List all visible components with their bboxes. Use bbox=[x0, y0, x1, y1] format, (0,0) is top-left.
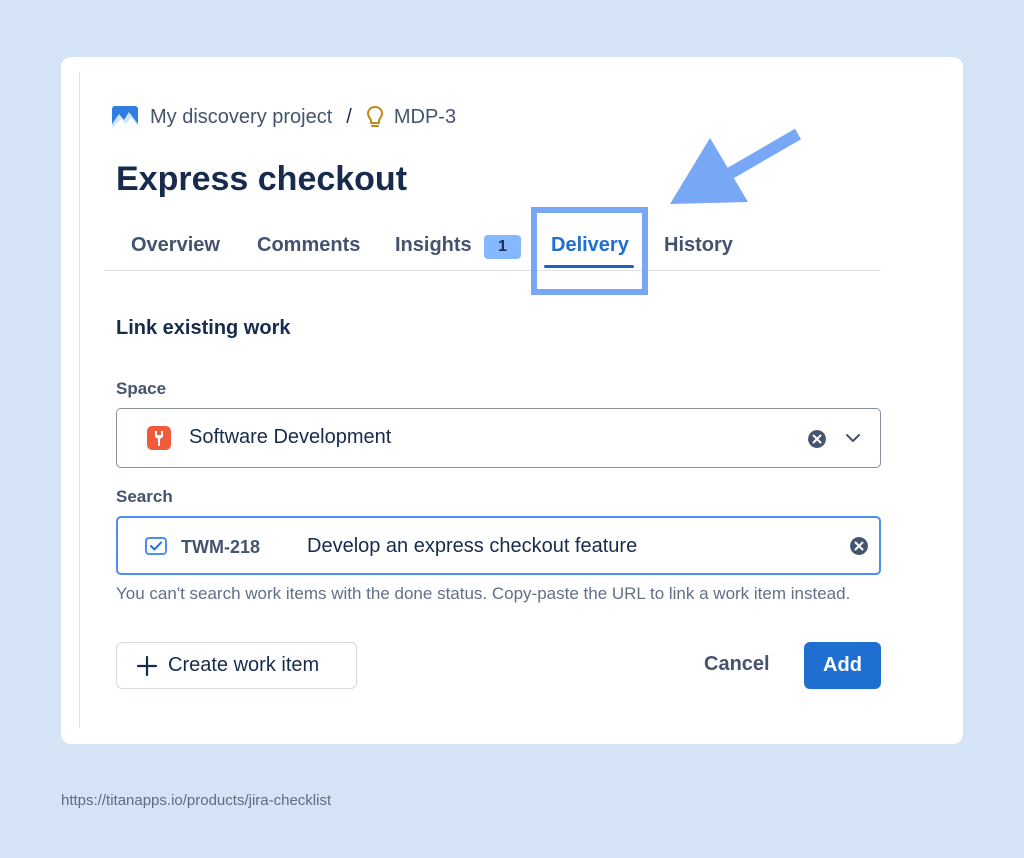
breadcrumb-separator: / bbox=[346, 105, 352, 128]
search-issue-key: TWM-218 bbox=[181, 537, 261, 557]
lightbulb-icon bbox=[366, 106, 383, 127]
helper-text: You can't search work items with the don… bbox=[116, 584, 851, 603]
footer-url: https://titanapps.io/products/jira-check… bbox=[61, 792, 332, 809]
divider bbox=[79, 72, 80, 728]
insights-count-badge: 1 bbox=[484, 235, 521, 259]
plus-icon bbox=[136, 655, 158, 676]
create-button-label: Create work item bbox=[168, 654, 320, 676]
section-title: Link existing work bbox=[116, 317, 291, 339]
search-label: Search bbox=[116, 487, 173, 506]
clear-icon[interactable] bbox=[808, 430, 826, 448]
chevron-down-icon[interactable] bbox=[844, 432, 862, 444]
space-label: Space bbox=[116, 379, 167, 398]
page-title: Express checkout bbox=[116, 160, 408, 198]
highlight-box bbox=[531, 207, 648, 295]
tab-overview[interactable]: Overview bbox=[131, 234, 220, 257]
add-button[interactable]: Add bbox=[804, 642, 881, 689]
breadcrumb: My discovery project / MDP-3 bbox=[112, 103, 456, 131]
breadcrumb-issue-key[interactable]: MDP-3 bbox=[394, 106, 456, 129]
task-checkbox-icon bbox=[145, 537, 167, 555]
space-value: Software Development bbox=[189, 426, 392, 448]
search-input[interactable]: TWM-218 Develop an express checkout feat… bbox=[116, 516, 881, 575]
create-work-item-button[interactable]: Create work item bbox=[116, 642, 357, 689]
arrow-annotation bbox=[670, 128, 802, 204]
cancel-button[interactable]: Cancel bbox=[704, 653, 770, 676]
search-issue-summary: Develop an express checkout feature bbox=[307, 535, 638, 557]
tab-comments[interactable]: Comments bbox=[257, 234, 360, 257]
breadcrumb-project[interactable]: My discovery project bbox=[150, 106, 332, 129]
space-icon bbox=[147, 426, 171, 450]
tab-insights[interactable]: Insights bbox=[395, 234, 472, 257]
clear-search-icon[interactable] bbox=[850, 537, 868, 555]
tab-history[interactable]: History bbox=[664, 234, 733, 257]
space-select[interactable]: Software Development bbox=[116, 408, 881, 468]
project-icon bbox=[112, 106, 138, 128]
